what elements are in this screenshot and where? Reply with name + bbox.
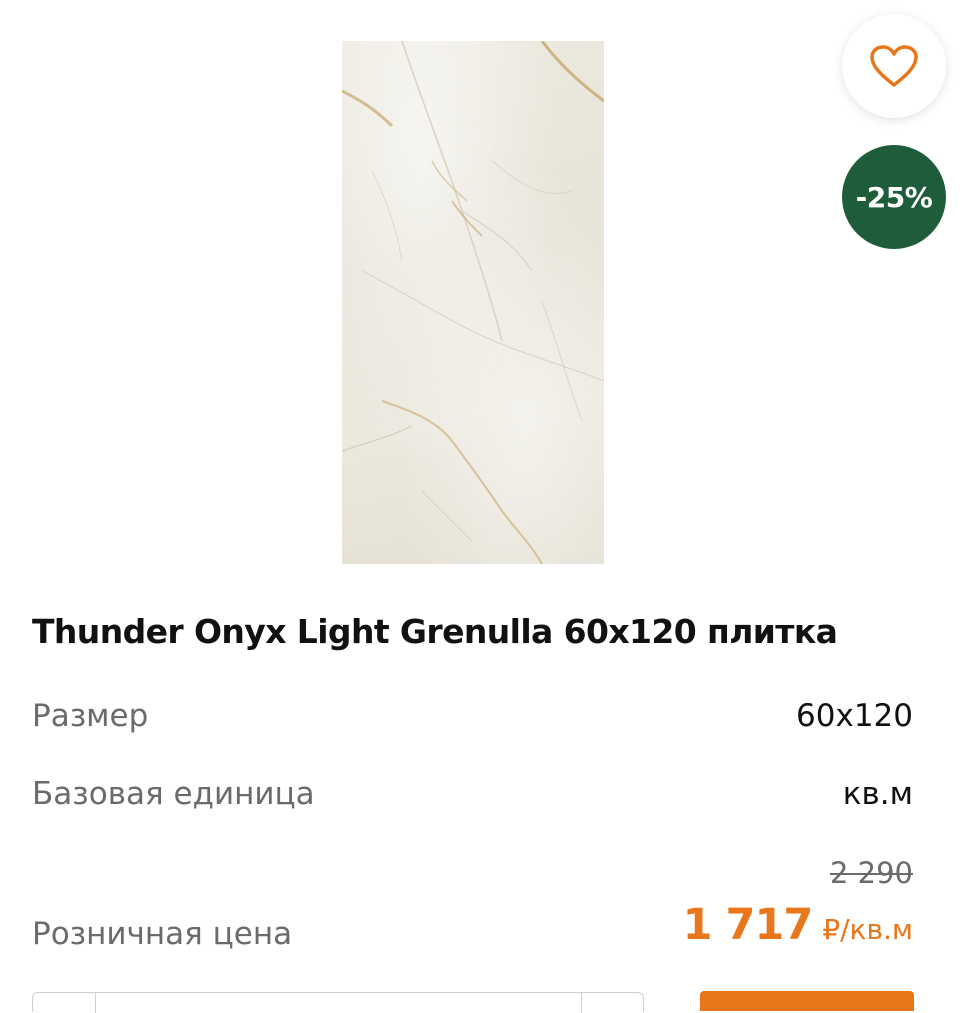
quantity-stepper[interactable] [32,992,644,1013]
spec-value-size: 60x120 [796,698,913,734]
spec-value-unit: кв.м [842,776,913,812]
spec-label-unit: Базовая единица [32,776,315,812]
marble-veins [342,41,604,564]
product-card[interactable]: -25% Thunder Onyx Light Grenulla 60x120 … [0,0,979,1013]
product-image[interactable] [342,41,604,564]
qty-divider-left [95,993,96,1013]
spec-label-size: Размер [32,698,149,734]
add-to-cart-button[interactable] [700,991,914,1011]
retail-price-label: Розничная цена [32,916,293,952]
heart-outline-icon [870,45,918,87]
qty-divider-right [581,993,582,1013]
price-unit: ₽/кв.м [822,913,913,946]
product-title[interactable]: Thunder Onyx Light Grenulla 60x120 плитк… [32,612,952,651]
favorite-button[interactable] [842,14,946,118]
current-price-value: 1 717 [682,900,814,950]
current-price: 1 717 ₽/кв.м [683,900,913,950]
discount-badge-text: -25% [855,180,933,214]
discount-badge: -25% [842,145,946,249]
old-price: 2 290 [829,856,913,890]
